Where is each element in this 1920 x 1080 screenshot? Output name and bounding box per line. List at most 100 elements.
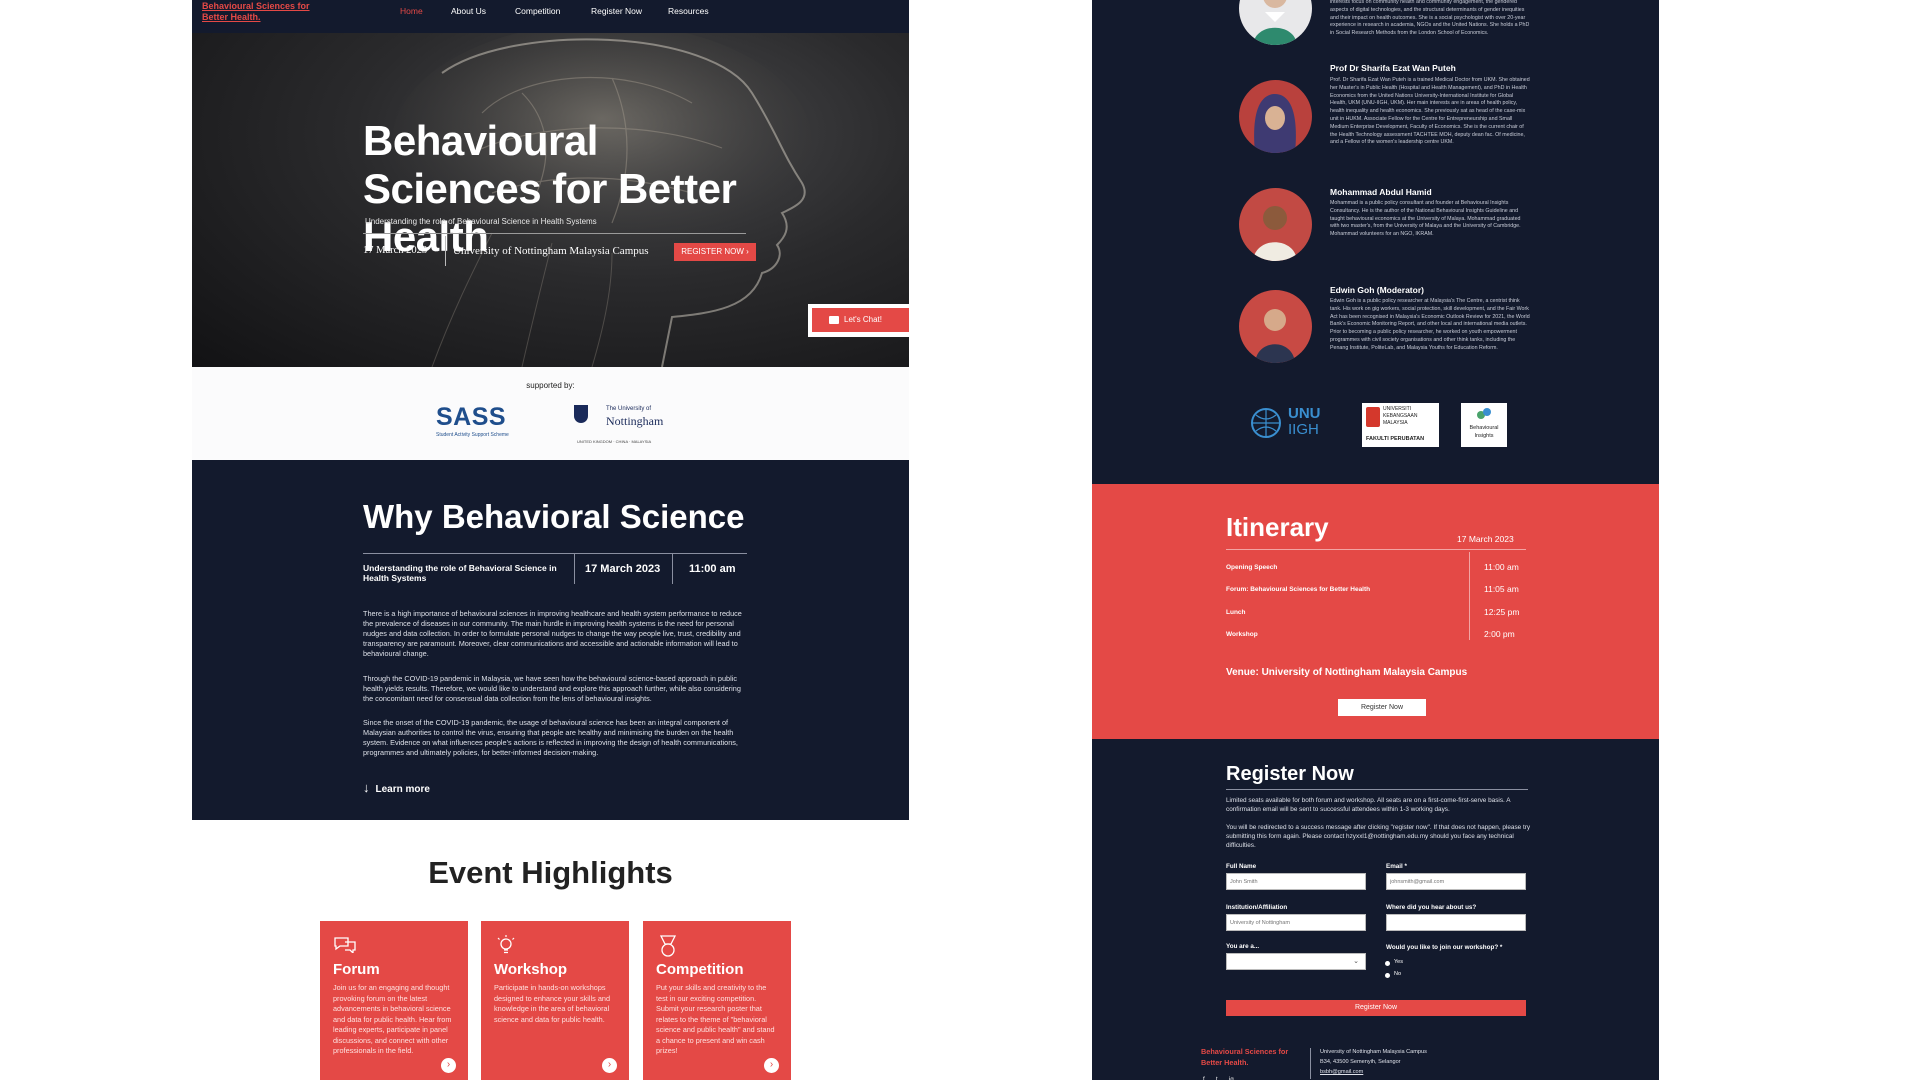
- email-input[interactable]: [1386, 873, 1526, 890]
- nav-about-us[interactable]: About Us: [451, 6, 486, 16]
- full-name-input[interactable]: [1226, 873, 1366, 890]
- itinerary-time-4: 2:00 pm: [1484, 629, 1515, 639]
- institution-input[interactable]: [1226, 914, 1366, 931]
- un-globe-icon: [1251, 408, 1281, 438]
- ukm-line4: FAKULTI PERUBATAN: [1366, 436, 1425, 442]
- register-submit-button[interactable]: Register Now: [1226, 1000, 1526, 1016]
- top-nav: Behavioural Sciences for Better Health. …: [192, 0, 909, 33]
- speaker-name-2: Prof Dr Sharifa Ezat Wan Puteh: [1330, 63, 1456, 73]
- full-name-label: Full Name: [1226, 863, 1257, 870]
- why-paragraph-3: Since the onset of the COVID-19 pandemic…: [363, 718, 738, 757]
- nav-resources[interactable]: Resources: [668, 6, 709, 16]
- itinerary-divider: [1226, 549, 1526, 550]
- itinerary-section: Itinerary 17 March 2023 Opening Speech 1…: [1092, 484, 1659, 739]
- supported-by-label: supported by:: [526, 381, 575, 390]
- forum-arrow-icon[interactable]: ›: [441, 1058, 456, 1073]
- itinerary-register-button[interactable]: Register Now: [1338, 699, 1426, 716]
- hear-about-input[interactable]: [1386, 914, 1526, 931]
- workshop-arrow-icon[interactable]: ›: [602, 1058, 617, 1073]
- ukm-line2: KEBANGSAAN: [1383, 413, 1418, 419]
- speaker-photo-4: [1255, 309, 1295, 363]
- hero-divider: [363, 233, 746, 234]
- speaker-bio-1: interests focus on community health and …: [1330, 0, 1530, 37]
- arrow-down-icon: ↓: [363, 780, 370, 795]
- competition-title: Competition: [656, 961, 744, 978]
- workshop-title: Workshop: [494, 961, 568, 978]
- speaker-name-3: Mohammad Abdul Hamid: [1330, 187, 1432, 197]
- footer-address-line2: B34, 43500 Semenyih, Selangor: [1320, 1059, 1401, 1065]
- speakers-section: interests focus on community health and …: [1092, 0, 1659, 484]
- register-paragraph-2: You will be redirected to a success mess…: [1226, 824, 1531, 849]
- supported-by-section: supported by: SASS Student Activity Supp…: [192, 367, 909, 460]
- forum-card[interactable]: Forum Join us for an engaging and though…: [320, 921, 468, 1080]
- nottingham-line3: UNITED KINGDOM · CHINA · MALAYSIA: [577, 439, 652, 444]
- why-meta-title: Understanding the role of Behavioral Sci…: [363, 563, 557, 583]
- nav-competition[interactable]: Competition: [515, 6, 560, 16]
- nav-register-now[interactable]: Register Now: [591, 6, 642, 16]
- itinerary-title: Itinerary: [1226, 512, 1329, 542]
- ukm-logo: UNIVERSITI KEBANGSAAN MALAYSIA FAKULTI P…: [1362, 403, 1439, 447]
- itinerary-time-1: 11:00 am: [1484, 562, 1519, 572]
- why-separator-2: [672, 554, 673, 584]
- footer-logo[interactable]: Behavioural Sciences for Better Health.: [1201, 1046, 1291, 1068]
- why-meta-date: 17 March 2023: [585, 563, 661, 575]
- workshop-yes-label: Yes: [1394, 959, 1403, 965]
- itinerary-event-2: Forum: Behavioural Sciences for Better H…: [1226, 586, 1371, 593]
- footer-address-line1: University of Nottingham Malaysia Campus: [1320, 1049, 1427, 1055]
- nottingham-line1: The University of: [606, 406, 652, 412]
- nottingham-logo: The University of Nottingham UNITED KING…: [574, 403, 674, 447]
- speaker-bio-4: Edwin Goh is a public policy researcher …: [1330, 298, 1530, 351]
- institution-label: Institution/Affiliation: [1226, 904, 1288, 911]
- left-page-screenshot: Behavioural Sciences for Better Health. …: [192, 0, 911, 1080]
- hero-register-button[interactable]: REGISTER NOW ›: [674, 243, 756, 261]
- unu-line1: UNU: [1288, 405, 1321, 422]
- register-divider: [1226, 789, 1528, 790]
- workshop-question-label: Would you like to join our workshop? *: [1386, 944, 1503, 951]
- learn-more-label: Learn more: [375, 784, 430, 795]
- footer-divider: [1310, 1048, 1311, 1079]
- itinerary-vertical-divider: [1469, 552, 1470, 640]
- why-divider: [363, 553, 747, 554]
- you-are-label: You are a...: [1226, 943, 1260, 950]
- sass-logo: SASS Student Activity Support Scheme: [436, 403, 526, 439]
- site-logo[interactable]: Behavioural Sciences for Better Health.: [202, 1, 312, 23]
- why-meta-time: 11:00 am: [689, 563, 736, 575]
- speaker-photo-2: [1254, 94, 1296, 153]
- why-paragraph-1: There is a high importance of behavioura…: [363, 609, 742, 658]
- workshop-card[interactable]: Workshop Participate in hands-on worksho…: [481, 921, 629, 1080]
- chat-widget[interactable]: Let's Chat!: [808, 304, 911, 337]
- bi-line2: Insights: [1474, 433, 1494, 439]
- why-title: Why Behavioral Science: [363, 498, 745, 535]
- workshop-no-radio[interactable]: [1385, 973, 1390, 978]
- competition-arrow-icon[interactable]: ›: [764, 1058, 779, 1073]
- speaker-bio-2: Prof. Dr Sharifa Ezat Wan Puteh is a tra…: [1330, 77, 1530, 146]
- speaker-name-4: Edwin Goh (Moderator): [1330, 285, 1424, 295]
- speaker-photo-1: [1253, 0, 1297, 45]
- speaker-bio-3: Mohammad is a public policy consultant a…: [1330, 200, 1521, 238]
- chevron-down-icon: ⌄: [1353, 958, 1359, 965]
- why-separator-1: [574, 554, 575, 584]
- you-are-select[interactable]: ⌄: [1226, 953, 1366, 970]
- email-label: Email *: [1386, 863, 1407, 870]
- competition-card[interactable]: Competition Put your skills and creativi…: [643, 921, 791, 1080]
- event-highlights-title: Event Highlights: [428, 855, 673, 890]
- bi-line1: Behavioural: [1469, 425, 1499, 431]
- workshop-desc: Participate in hands-on workshops design…: [494, 983, 611, 1024]
- hear-about-label: Where did you hear about us?: [1386, 904, 1477, 911]
- ukm-line1: UNIVERSITI: [1383, 406, 1412, 412]
- hero-date: 17 March 2023: [363, 245, 428, 256]
- itinerary-date: 17 March 2023: [1457, 534, 1514, 544]
- hero-title: Behavioural Sciences for Better Health: [363, 117, 737, 260]
- workshop-yes-radio[interactable]: [1385, 961, 1390, 966]
- competition-desc: Put your skills and creativity to the te…: [656, 983, 775, 1055]
- chat-icon: [829, 316, 839, 324]
- speaker-avatar-2: [1239, 80, 1312, 153]
- unu-line2: IIGH: [1288, 421, 1319, 438]
- sass-logo-text: SASS: [436, 403, 507, 431]
- chat-button[interactable]: Let's Chat!: [812, 308, 909, 332]
- footer-email-link[interactable]: bsbh@gmail.com: [1320, 1067, 1470, 1077]
- register-title: Register Now: [1226, 763, 1354, 785]
- learn-more-link[interactable]: ↓ Learn more: [363, 780, 430, 795]
- nav-home[interactable]: Home: [400, 6, 423, 16]
- why-paragraph-2: Through the COVID-19 pandemic in Malaysi…: [363, 674, 741, 703]
